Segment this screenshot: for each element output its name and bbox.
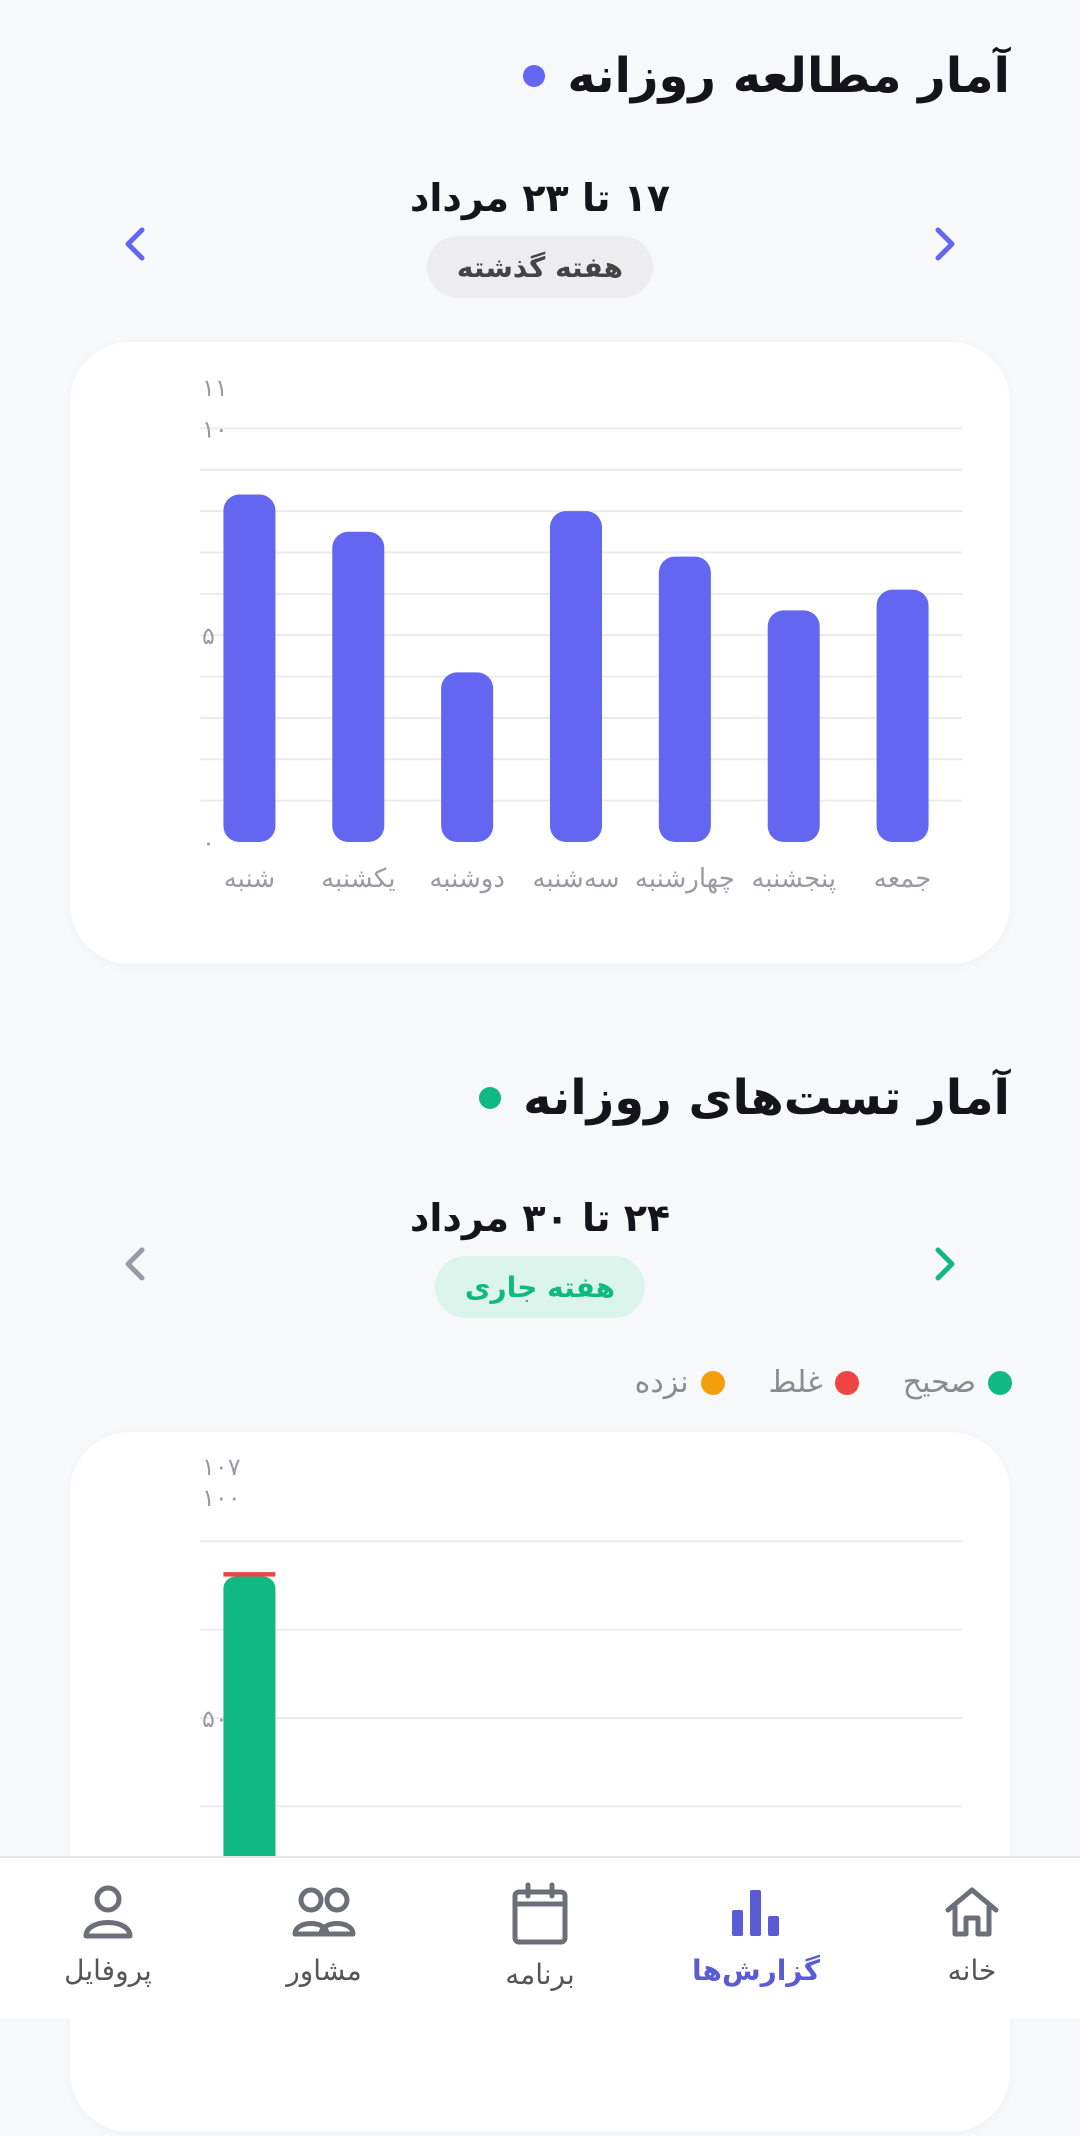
bottom-tab-bar: خانه گزارش‌ها برنامه مشاور پر (0, 1856, 1080, 2018)
chevron-right-icon (935, 1247, 955, 1281)
legend-label-skipped: نزده (634, 1365, 689, 1400)
x-tick-label: دوشنبه (429, 864, 505, 894)
study-next-week-button[interactable] (915, 214, 975, 274)
tests-title-text: آمار تست‌های روزانه (523, 1070, 1010, 1126)
legend-item-wrong: غلط (769, 1365, 859, 1400)
x-tick-label: سه‌شنبه (532, 864, 619, 894)
bar (332, 531, 385, 842)
legend-dot-wrong (834, 1370, 859, 1395)
tests-prev-week-button[interactable] (105, 1234, 165, 1294)
users-icon (292, 1887, 356, 1937)
tests-chart-card: ۵۰ ۱۰۰ ۱۰۷ (70, 1432, 1010, 2132)
bar (767, 610, 820, 842)
tests-next-week-button[interactable] (915, 1234, 975, 1294)
x-tick-label: شنبه (224, 864, 275, 894)
calendar-icon (512, 1882, 568, 1945)
chevron-left-icon (125, 227, 145, 261)
tab-advisor-label: مشاور (286, 1954, 362, 1987)
bar (658, 556, 711, 842)
study-accent-dot (523, 65, 546, 87)
y-tick-label: ۱۱ (202, 374, 228, 402)
tests-week-badge: هفته جاری (434, 1256, 646, 1318)
bar (876, 589, 929, 842)
study-week-badge: هفته گذشته (426, 236, 654, 298)
tests-stacked-bar-chart: ۵۰۱۰۰۱۰۷ (200, 1453, 962, 1939)
y-tick-label: ۱۰۷ (202, 1453, 241, 1481)
tab-profile-label: پروفایل (64, 1954, 152, 1987)
tests-section-title: آمار تست‌های روزانه (479, 1070, 1010, 1126)
tab-schedule[interactable]: برنامه (432, 1858, 648, 2018)
tab-profile[interactable]: پروفایل (0, 1858, 216, 2018)
tests-accent-dot (479, 1087, 502, 1109)
study-week-navigator: ۱۷ تا ۲۳ مرداد هفته گذشته (0, 176, 1080, 316)
tab-reports-label: گزارش‌ها (692, 1954, 820, 1987)
legend-dot-correct (988, 1370, 1012, 1395)
bar (223, 494, 276, 842)
legend-dot-skipped (700, 1370, 725, 1395)
legend-label-correct: صحیح (902, 1365, 976, 1400)
home-icon (945, 1887, 999, 1937)
chevron-right-icon (935, 227, 955, 261)
tab-reports[interactable]: گزارش‌ها (648, 1858, 864, 2018)
y-tick-label: ۰ (202, 829, 215, 857)
bar-chart-icon (732, 1890, 779, 1936)
x-tick-label: پنجشنبه (751, 864, 836, 894)
bar (550, 511, 602, 842)
tab-advisor[interactable]: مشاور (216, 1858, 432, 2018)
bar-segment (223, 1572, 276, 1577)
tests-week-navigator: ۲۴ تا ۳۰ مرداد هفته جاری (0, 1196, 1080, 1336)
bar (441, 672, 494, 842)
study-bar-chart: ۰ ۵ ۱۰ ۱۱ شنبه یکشنبه دوشنبه سه‌شنبه چهارشنبه پنج… (200, 374, 962, 894)
legend-item-correct: صحیح (903, 1365, 1012, 1400)
chevron-left-icon (125, 1247, 145, 1281)
x-tick-label: چهارشنبه (635, 864, 735, 894)
legend-label-wrong: غلط (768, 1365, 823, 1400)
x-tick-label: یکشنبه (321, 864, 395, 894)
user-icon (83, 1885, 133, 1939)
tests-legend: صحیح غلط نزده (635, 1365, 1012, 1400)
y-tick-label: ۱۰۰ (202, 1484, 241, 1512)
study-chart-card: ۰ ۵ ۱۰ ۱۱ شنبه یکشنبه دوشنبه سه‌شنبه چهارشنبه پنج… (70, 342, 1010, 964)
x-tick-label: جمعه (874, 864, 932, 894)
legend-item-skipped: نزده (635, 1365, 725, 1400)
tab-schedule-label: برنامه (505, 1958, 575, 1991)
y-tick-label: ۵ (202, 622, 215, 650)
study-title-text: آمار مطالعه روزانه (567, 48, 1010, 104)
study-prev-week-button[interactable] (105, 214, 165, 274)
study-section-title: آمار مطالعه روزانه (523, 48, 1010, 104)
tab-home-label: خانه (947, 1954, 997, 1987)
tab-home[interactable]: خانه (864, 1858, 1080, 2018)
y-tick-label: ۱۰ (202, 415, 228, 443)
